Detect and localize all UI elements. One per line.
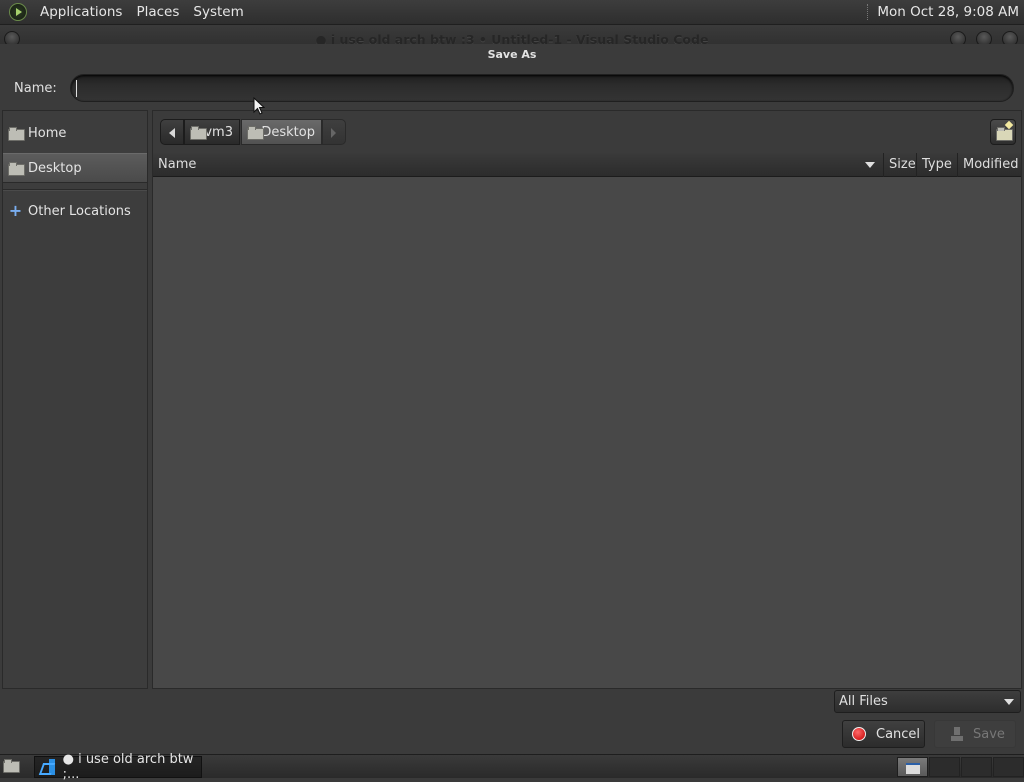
path-segment-label: Desktop: [261, 124, 315, 140]
file-browser: vm3 Desktop Name Size Type Modified: [152, 110, 1022, 689]
folder-home-icon: [8, 127, 25, 141]
filename-input[interactable]: [70, 74, 1014, 102]
plus-icon: +: [8, 200, 23, 220]
folder-icon: [190, 126, 208, 140]
sidebar-item-label: Other Locations: [28, 203, 131, 219]
sidebar-item-desktop[interactable]: Desktop: [3, 153, 147, 183]
sort-descending-icon: [865, 162, 875, 168]
text-caret: [76, 80, 77, 97]
taskbar: ● i use old arch btw ;...: [0, 752, 1024, 782]
sidebar-item-home[interactable]: Home: [3, 118, 147, 148]
menu-applications[interactable]: Applications: [33, 4, 129, 20]
panel-separator: [867, 4, 869, 20]
path-segment-label: vm3: [204, 124, 233, 140]
column-size[interactable]: Size: [884, 153, 917, 177]
workspace-3[interactable]: [961, 757, 992, 777]
menu-system[interactable]: System: [186, 4, 250, 20]
column-modified[interactable]: Modified: [958, 153, 1021, 177]
folder-desktop-icon: [8, 162, 25, 176]
column-name-label: Name: [158, 157, 197, 172]
vscode-icon: [40, 759, 55, 775]
sidebar-item-label: Home: [28, 125, 67, 141]
sidebar-item-other-locations[interactable]: + Other Locations: [3, 196, 147, 226]
workspace-1[interactable]: [897, 757, 928, 777]
cancel-button-label: Cancel: [876, 726, 921, 742]
file-list[interactable]: [153, 177, 1021, 688]
chevron-down-icon: [1004, 699, 1014, 705]
column-name[interactable]: Name: [153, 153, 884, 177]
top-panel: Applications Places System Mon Oct 28, 9…: [0, 0, 1024, 25]
file-type-filter-value: All Files: [839, 694, 888, 709]
name-label: Name:: [14, 81, 57, 96]
path-segment-desktop[interactable]: Desktop: [241, 119, 322, 145]
path-forward-arrow-icon[interactable]: [322, 119, 346, 145]
path-segment-vm3[interactable]: vm3: [184, 119, 240, 145]
save-button[interactable]: Save: [934, 720, 1016, 748]
menu-places[interactable]: Places: [129, 4, 186, 20]
applications-logo-icon[interactable]: [9, 3, 27, 21]
create-folder-button[interactable]: [990, 119, 1016, 145]
name-row: Name:: [0, 72, 1024, 106]
dialog-title: Save As: [487, 48, 537, 61]
column-type[interactable]: Type: [917, 153, 958, 177]
file-type-filter[interactable]: All Files: [834, 690, 1021, 713]
workspace-2[interactable]: [929, 757, 960, 777]
path-back-arrow-icon[interactable]: [160, 119, 184, 145]
folder-icon: [247, 126, 265, 140]
taskbar-item-vscode[interactable]: ● i use old arch btw ;...: [34, 752, 202, 782]
path-bar: vm3 Desktop: [153, 111, 1021, 153]
save-icon: [950, 727, 964, 741]
sidebar-separator: [3, 189, 147, 191]
save-as-dialog: Save As Name: Home Desktop + Other Locat…: [0, 44, 1024, 754]
clock[interactable]: Mon Oct 28, 9:08 AM: [877, 4, 1019, 20]
workspace-4[interactable]: [993, 757, 1024, 777]
column-header: Name Size Type Modified: [153, 153, 1021, 177]
sidebar-item-label: Desktop: [28, 160, 82, 176]
save-button-label: Save: [973, 726, 1005, 742]
cancel-icon: [852, 727, 866, 741]
show-desktop-icon[interactable]: [3, 759, 20, 773]
places-sidebar: Home Desktop + Other Locations: [2, 110, 148, 689]
cancel-button[interactable]: Cancel: [842, 720, 925, 748]
